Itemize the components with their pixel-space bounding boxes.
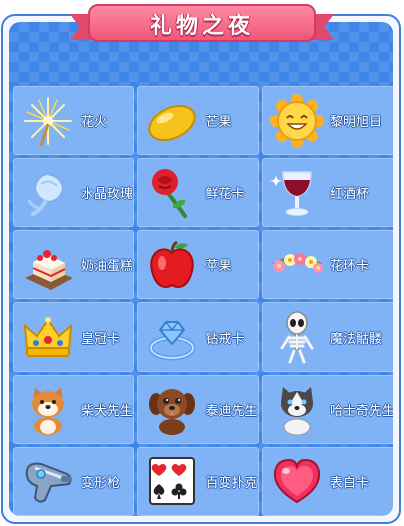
gift-grid: 花火 芒果 黎明旭日 水晶玫瑰 鲜花卡 红酒杯 奶油蛋糕 苹果 花环卡 皇冠卡 … [13,86,393,516]
shiba-dog-icon [19,380,77,438]
red-rose-icon [143,164,201,222]
gift-label: 黎明旭日 [329,114,382,130]
sun-icon [268,92,326,150]
diamond-ring-icon [143,308,201,366]
gift-label: 鲜花卡 [205,186,245,202]
heart-icon [268,452,326,510]
gift-label: 百变扑克 [205,474,258,490]
title-banner: 礼物之夜 [70,0,334,44]
gift-label: 表白卡 [329,474,369,490]
gift-label: 柴犬先生 [81,402,134,418]
gift-item-skeleton[interactable]: 魔法骷髅 [261,302,393,372]
gift-panel-background: 花火 芒果 黎明旭日 水晶玫瑰 鲜花卡 红酒杯 奶油蛋糕 苹果 花环卡 皇冠卡 … [9,22,393,516]
gift-item-crystal-rose[interactable]: 水晶玫瑰 [13,158,135,228]
gift-item-husky-dog[interactable]: 哈士奇先生 [261,374,393,444]
gift-label: 红酒杯 [329,186,369,202]
gift-item-sun[interactable]: 黎明旭日 [261,86,393,156]
page-title: 礼物之夜 [149,14,254,39]
husky-dog-icon [268,380,326,438]
flower-wreath-icon [268,236,326,294]
crown-icon [19,308,77,366]
wine-glass-icon [268,164,326,222]
gift-label: 变形枪 [81,474,121,490]
ray-gun-icon [19,452,77,510]
mango-icon [143,92,201,150]
gift-label: 魔法骷髅 [329,330,382,346]
gift-item-flower-wreath[interactable]: 花环卡 [261,230,393,300]
gift-item-teddy-dog[interactable]: 泰迪先生 [137,374,259,444]
gift-item-poker-cards[interactable]: 百变扑克 [137,446,259,516]
gift-label: 芒果 [205,114,232,130]
gift-item-heart[interactable]: 表白卡 [261,446,393,516]
apple-icon [143,236,201,294]
gift-label: 苹果 [205,258,232,274]
crystal-rose-icon [19,164,77,222]
gift-item-mango[interactable]: 芒果 [137,86,259,156]
poker-cards-icon [143,452,201,510]
gift-item-ray-gun[interactable]: 变形枪 [13,446,135,516]
cake-icon [19,236,77,294]
gift-label: 钻戒卡 [205,330,245,346]
gift-item-diamond-ring[interactable]: 钻戒卡 [137,302,259,372]
gift-item-wine-glass[interactable]: 红酒杯 [261,158,393,228]
gift-label: 皇冠卡 [81,330,121,346]
skeleton-icon [268,308,326,366]
gift-label: 花火 [81,114,108,130]
teddy-dog-icon [143,380,201,438]
gift-label: 花环卡 [329,258,369,274]
gift-label: 哈士奇先生 [329,402,393,418]
gift-panel: 花火 芒果 黎明旭日 水晶玫瑰 鲜花卡 红酒杯 奶油蛋糕 苹果 花环卡 皇冠卡 … [1,14,401,524]
gift-label: 泰迪先生 [205,402,258,418]
gift-item-firework[interactable]: 花火 [13,86,135,156]
gift-item-apple[interactable]: 苹果 [137,230,259,300]
gift-item-red-rose[interactable]: 鲜花卡 [137,158,259,228]
gift-item-cake[interactable]: 奶油蛋糕 [13,230,135,300]
gift-item-crown[interactable]: 皇冠卡 [13,302,135,372]
firework-icon [19,92,77,150]
gift-label: 奶油蛋糕 [81,258,134,274]
gift-item-shiba-dog[interactable]: 柴犬先生 [13,374,135,444]
gift-label: 水晶玫瑰 [81,186,134,202]
